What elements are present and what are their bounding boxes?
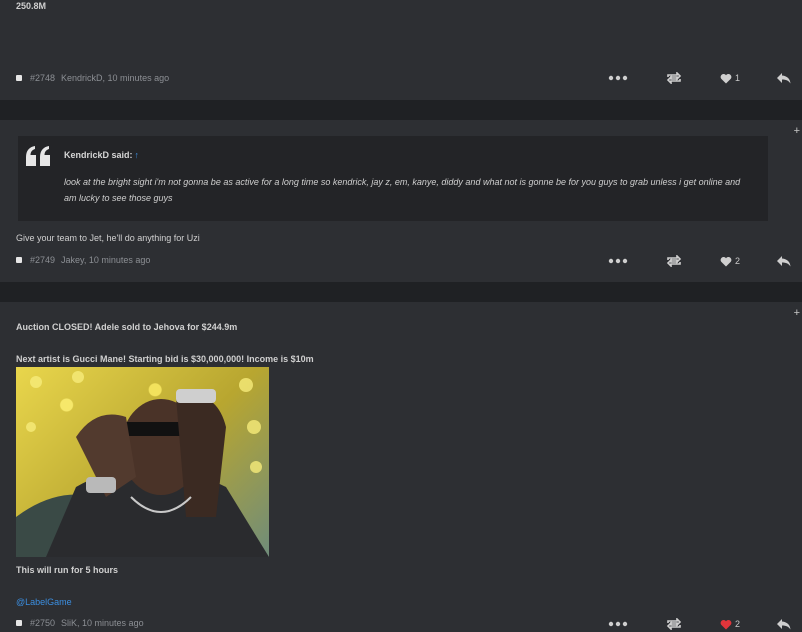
gucci-mane-photo (16, 367, 269, 557)
post-author-time[interactable]: KendrickD, 10 minutes ago (61, 73, 169, 83)
reply-icon[interactable] (776, 617, 792, 631)
like-button[interactable]: 2 (720, 254, 740, 268)
reply-icon[interactable] (776, 254, 792, 268)
post-meta: #2750 SliK, 10 minutes ago (16, 617, 144, 629)
quote-mark-icon (26, 146, 50, 171)
select-checkbox[interactable] (16, 75, 22, 81)
repost-icon[interactable] (666, 254, 682, 268)
heart-icon (720, 619, 732, 629)
mention-link[interactable]: @LabelGame (16, 597, 72, 607)
post-actions: 2 (600, 254, 800, 268)
post-actions: 1 (600, 71, 800, 85)
heart-icon (720, 256, 732, 266)
repost-icon[interactable] (666, 71, 682, 85)
like-count: 2 (735, 256, 741, 266)
post-number[interactable]: #2750 (30, 618, 55, 628)
more-options-icon[interactable] (608, 71, 628, 85)
post-actions: 2 (600, 617, 800, 631)
post-2749: + KendrickD said: ↑ look at the bright si… (0, 120, 802, 282)
expand-plus-icon[interactable]: + (794, 308, 800, 319)
repost-icon[interactable] (666, 617, 682, 631)
expand-plus-icon[interactable]: + (794, 126, 800, 137)
post-text: 250.8M (16, 1, 47, 11)
reply-icon[interactable] (776, 71, 792, 85)
post-meta: #2748 KendrickD, 10 minutes ago (16, 72, 169, 84)
quote-text: look at the bright sight i'm not gonna b… (64, 177, 741, 203)
post-meta: #2749 Jakey, 10 minutes ago (16, 254, 150, 266)
post-author-time[interactable]: Jakey, 10 minutes ago (61, 255, 150, 265)
more-options-icon[interactable] (608, 254, 628, 268)
post-text-line: This will run for 5 hours (16, 565, 119, 575)
like-count: 1 (735, 73, 741, 83)
post-text-line: Next artist is Gucci Mane! Starting bid … (16, 354, 314, 364)
like-button[interactable]: 1 (720, 71, 740, 85)
post-2750: + Auction CLOSED! Adele sold to Jehova f… (0, 302, 802, 632)
heart-icon (720, 73, 732, 83)
post-2748: 250.8M #2748 KendrickD, 10 minutes ago 1 (0, 0, 802, 100)
post-author-time[interactable]: SliK, 10 minutes ago (61, 618, 144, 628)
more-options-icon[interactable] (608, 617, 628, 631)
post-number[interactable]: #2749 (30, 255, 55, 265)
quote-block: KendrickD said: ↑ look at the bright sigh… (16, 136, 768, 221)
post-text: Give your team to Jet, he'll do anything… (16, 233, 200, 243)
select-checkbox[interactable] (16, 257, 22, 263)
post-number[interactable]: #2748 (30, 73, 55, 83)
jump-to-quote-link[interactable]: ↑ (135, 150, 140, 160)
quote-author: KendrickD said: ↑ (64, 150, 139, 160)
quote-author-name: KendrickD said: (64, 150, 133, 160)
like-button[interactable]: 2 (720, 617, 740, 631)
select-checkbox[interactable] (16, 620, 22, 626)
post-text-line: Auction CLOSED! Adele sold to Jehova for… (16, 322, 238, 332)
like-count: 2 (735, 619, 741, 629)
